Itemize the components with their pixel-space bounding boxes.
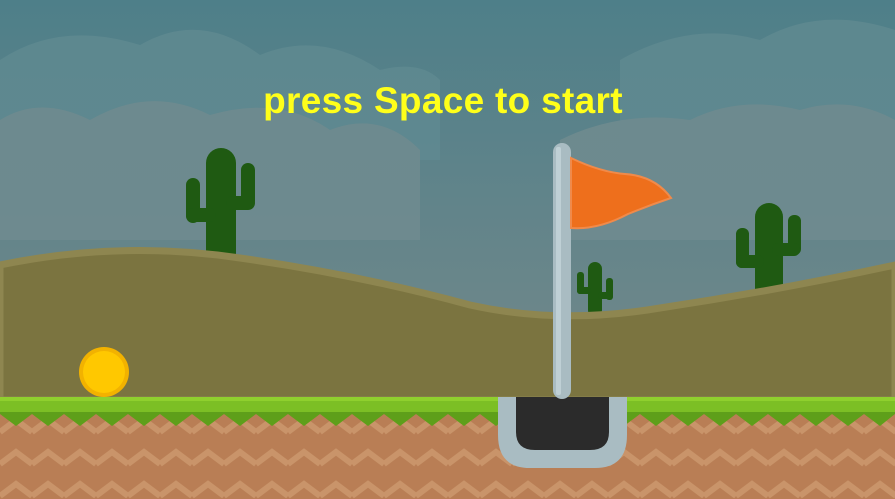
game-canvas[interactable]: press Space to start <box>0 0 895 499</box>
game-scene <box>0 0 895 499</box>
start-prompt: press Space to start <box>263 80 623 121</box>
flag-pole <box>553 143 571 399</box>
dirt <box>0 414 895 499</box>
golf-ball-icon[interactable] <box>79 347 129 397</box>
golf-hole-icon <box>498 397 627 468</box>
